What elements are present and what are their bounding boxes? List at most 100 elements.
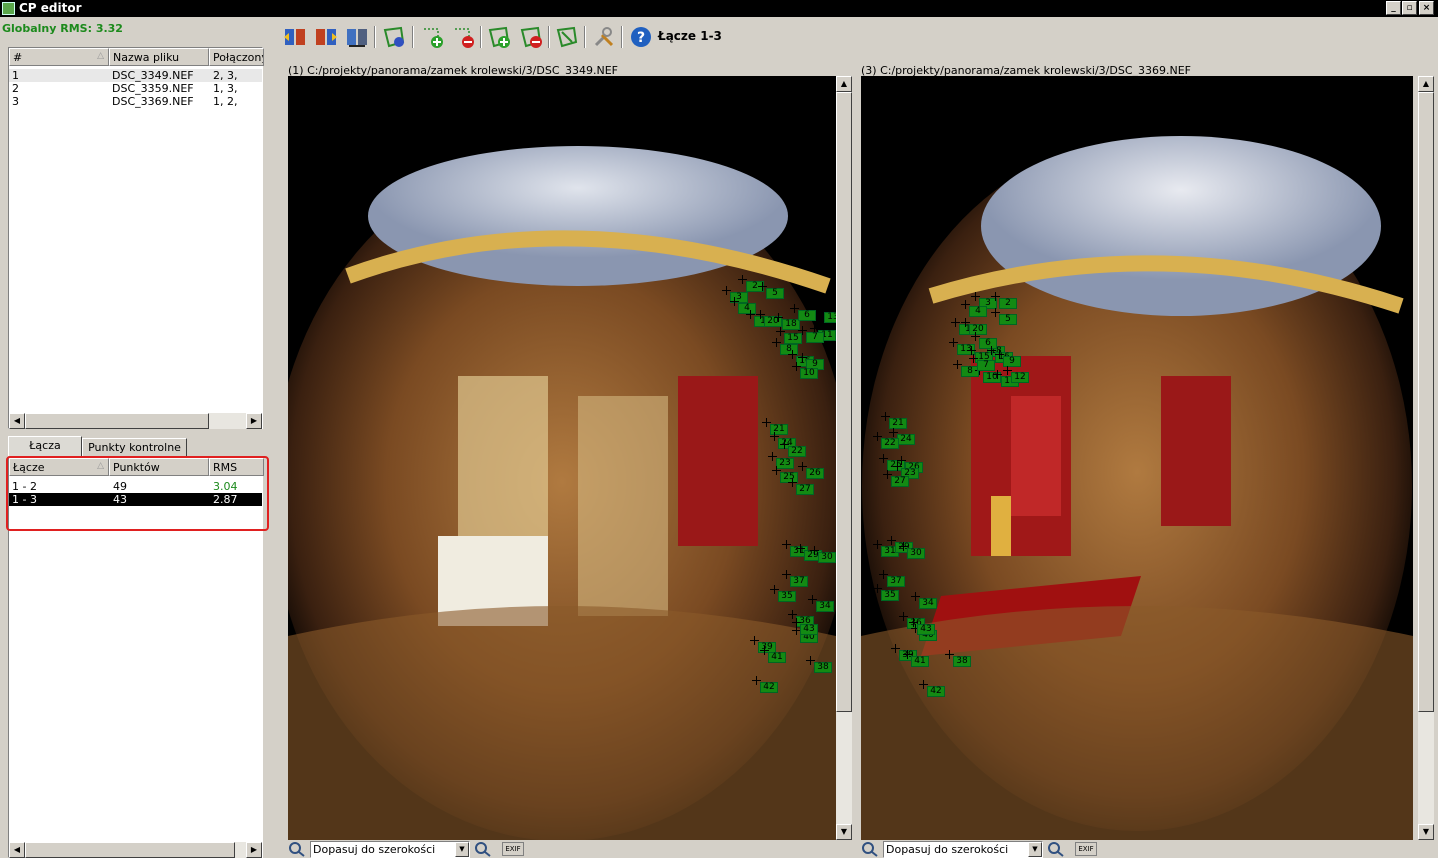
scroll-down-icon[interactable]: ▼	[836, 824, 852, 840]
control-point-label[interactable]: 26	[806, 468, 824, 479]
control-point-label[interactable]: 37	[790, 576, 808, 587]
column-header-filename[interactable]: Nazwa pliku	[109, 48, 209, 66]
links-list-scrollbar[interactable]: ◀ ▶	[9, 842, 262, 858]
control-point-label[interactable]: 10	[800, 368, 818, 379]
control-point-label[interactable]: 34	[816, 601, 834, 612]
scroll-up-icon[interactable]: ▲	[836, 76, 852, 92]
tab-control-points[interactable]: Punkty kontrolne	[82, 438, 187, 456]
control-point-label[interactable]: 30	[907, 548, 925, 559]
scroll-thumb[interactable]	[836, 92, 852, 712]
control-point-label[interactable]: 43	[917, 624, 935, 635]
toolbar-separator	[480, 26, 482, 48]
scroll-right-icon[interactable]: ▶	[246, 413, 262, 429]
tab-links[interactable]: Łącza	[8, 436, 82, 456]
zoom-in-icon[interactable]	[474, 841, 492, 857]
column-header-number[interactable]: # △	[9, 48, 109, 66]
control-point-label[interactable]: 4	[969, 306, 987, 317]
scroll-thumb[interactable]	[25, 413, 209, 429]
zoom-select[interactable]: Dopasuj do szerokości ▼	[883, 841, 1043, 858]
add-link-icon[interactable]	[486, 24, 512, 50]
file-row[interactable]: 1 DSC_3349.NEF 2, 3,	[9, 69, 262, 82]
global-rms-label: Globalny RMS: 3.32	[2, 22, 123, 35]
title-bar: CP editor _ ▫ ×	[0, 0, 1438, 17]
control-point-label[interactable]: 34	[919, 598, 937, 609]
add-point-icon[interactable]	[419, 24, 445, 50]
right-image-panel: (3) C:/projekty/panorama/zamek krolewski…	[851, 60, 1436, 858]
scroll-up-icon[interactable]: ▲	[1418, 76, 1434, 92]
column-header-linked[interactable]: Połączony	[209, 48, 264, 66]
minimize-button[interactable]: _	[1386, 1, 1401, 15]
right-image-view[interactable]: 3245120186131581691011712212422252623273…	[861, 76, 1413, 840]
optimize-icon[interactable]	[554, 24, 580, 50]
control-point-label[interactable]: 13	[824, 312, 836, 323]
file-number: 3	[12, 95, 19, 108]
control-point-label[interactable]: 24	[897, 434, 915, 445]
scroll-left-icon[interactable]: ◀	[9, 413, 25, 429]
control-point-label[interactable]: 42	[927, 686, 945, 697]
help-icon[interactable]: ?	[628, 24, 654, 50]
file-row[interactable]: 3 DSC_3369.NEF 1, 2,	[9, 95, 262, 108]
exif-button[interactable]: EXIF	[502, 842, 524, 856]
left-image-panel: (1) C:/projekty/panorama/zamek krolewski…	[278, 60, 853, 858]
chevron-down-icon[interactable]: ▼	[455, 842, 469, 857]
control-point-label[interactable]: 41	[911, 656, 929, 667]
zoom-out-icon[interactable]	[861, 841, 879, 857]
settings-icon[interactable]	[591, 24, 617, 50]
exif-button[interactable]: EXIF	[1075, 842, 1097, 856]
scroll-thumb[interactable]	[25, 842, 235, 858]
zoom-select-value: Dopasuj do szerokości	[313, 843, 436, 856]
control-point-label[interactable]: 2	[999, 298, 1017, 309]
control-point-label[interactable]: 6	[798, 310, 816, 321]
control-point-label[interactable]: 7	[806, 332, 824, 343]
close-button[interactable]: ×	[1419, 1, 1434, 15]
control-point-label[interactable]: 27	[796, 484, 814, 495]
file-row[interactable]: 2 DSC_3359.NEF 1, 3,	[9, 82, 262, 95]
scroll-left-icon[interactable]: ◀	[9, 842, 25, 858]
control-point-label[interactable]: 12	[1011, 372, 1029, 383]
control-point-label[interactable]: 35	[778, 591, 796, 602]
left-image-scrollbar[interactable]: ▲ ▼	[836, 76, 852, 840]
right-image-scrollbar[interactable]: ▲ ▼	[1418, 76, 1434, 840]
control-point-label[interactable]: 22	[788, 446, 806, 457]
control-point-label[interactable]: 5	[766, 288, 784, 299]
prev-link-icon[interactable]	[282, 24, 308, 50]
control-point-label[interactable]: 43	[800, 624, 818, 635]
auto-find-icon[interactable]	[381, 24, 407, 50]
toolbar-separator	[374, 26, 376, 48]
next-link-icon[interactable]	[313, 24, 339, 50]
zoom-in-icon[interactable]	[1047, 841, 1065, 857]
scroll-thumb[interactable]	[1418, 92, 1434, 712]
control-point-label[interactable]: 7	[977, 360, 995, 371]
left-pane: Globalny RMS: 3.32 # △ Nazwa pliku Połącz…	[0, 17, 272, 858]
control-point-label[interactable]: 30	[818, 552, 836, 563]
control-point-label[interactable]: 38	[814, 662, 832, 673]
scroll-right-icon[interactable]: ▶	[246, 842, 262, 858]
file-list[interactable]: # △ Nazwa pliku Połączony 1 DSC_3349.NEF …	[8, 47, 264, 429]
file-name: DSC_3369.NEF	[112, 95, 194, 108]
zoom-select[interactable]: Dopasuj do szerokości ▼	[310, 841, 470, 858]
control-point-label[interactable]: 27	[891, 476, 909, 487]
control-point-label[interactable]: 37	[887, 576, 905, 587]
app-icon	[2, 2, 15, 15]
right-image-bottombar: Dopasuj do szerokości ▼ EXIF	[861, 840, 1413, 858]
left-image-view[interactable]: 2 3 5 4 1 20 18 6 11 13 15 8 16 9 10 7 21 24 22 23 25 26 27 31 2…	[288, 76, 836, 840]
control-point-label[interactable]: 35	[881, 590, 899, 601]
file-linked: 1, 2,	[213, 95, 238, 108]
remove-link-icon[interactable]	[518, 24, 544, 50]
control-point-label[interactable]: 42	[760, 682, 778, 693]
fisheye-photo	[861, 136, 1413, 840]
zoom-out-icon[interactable]	[288, 841, 306, 857]
remove-point-icon[interactable]	[450, 24, 476, 50]
control-point-label[interactable]: 38	[953, 656, 971, 667]
control-point-label[interactable]: 5	[999, 314, 1017, 325]
swap-images-icon[interactable]	[344, 24, 370, 50]
file-list-scrollbar[interactable]: ◀ ▶	[9, 413, 262, 429]
toolbar-separator	[548, 26, 550, 48]
scroll-down-icon[interactable]: ▼	[1418, 824, 1434, 840]
control-point-label[interactable]: 22	[881, 438, 899, 449]
restore-button[interactable]: ▫	[1402, 1, 1417, 15]
toolbar-separator	[621, 26, 623, 48]
control-point-label[interactable]: 41	[768, 652, 786, 663]
chevron-down-icon[interactable]: ▼	[1028, 842, 1042, 857]
sort-arrow-icon: △	[97, 51, 104, 61]
